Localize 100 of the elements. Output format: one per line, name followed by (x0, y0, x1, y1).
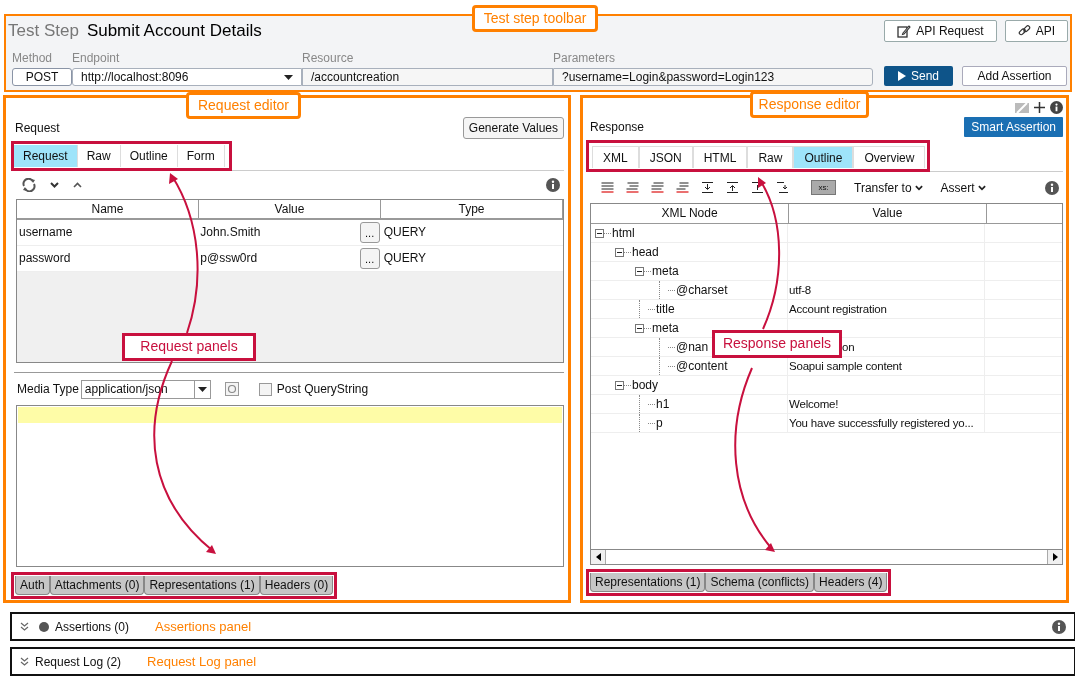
assert-menu[interactable]: Assert (940, 180, 986, 195)
tab[interactable]: XML (592, 146, 639, 168)
collapse-icon[interactable] (635, 323, 644, 333)
tree-node[interactable]: h1 (655, 397, 670, 411)
field-label: Resource (302, 51, 355, 67)
table-cell-text: p@ssw0rd (200, 250, 258, 267)
add-assertion-button[interactable]: Add Assertion (962, 66, 1067, 86)
code-editor[interactable] (16, 405, 564, 567)
info-icon[interactable] (1050, 100, 1063, 114)
collapse-icon[interactable] (615, 380, 624, 390)
panel-tab[interactable]: Schema (conflicts) (705, 573, 815, 592)
toolbar-button[interactable]: API (1004, 19, 1068, 42)
endpoint-dropdown[interactable]: http://localhost:8096 (72, 68, 302, 86)
tree-node[interactable]: body (631, 378, 659, 392)
tree-node[interactable]: head (631, 245, 659, 259)
field-label: Method (12, 51, 54, 67)
outdent-icon[interactable] (776, 182, 789, 193)
xs-button[interactable]: xs: (811, 180, 836, 195)
panel-title: Response (589, 120, 645, 134)
info-icon[interactable] (1045, 180, 1059, 195)
chevron-down-icon (977, 184, 986, 191)
transfer-menu[interactable]: Transfer to (854, 180, 923, 195)
checkbox-label: Post QueryString (276, 382, 369, 396)
refresh-icon (22, 178, 36, 192)
table-cell-text: QUERY (382, 250, 428, 267)
chevron-up-icon[interactable] (73, 182, 82, 188)
tree-node[interactable]: meta (651, 321, 679, 335)
tree-node[interactable]: @charset (675, 283, 728, 297)
node-value: You have successfully registered yo... (789, 417, 974, 429)
align-icon[interactable] (651, 182, 664, 193)
collapse-icon[interactable] (595, 228, 604, 238)
double-chevron-icon[interactable] (20, 622, 29, 631)
tree-node[interactable]: title (655, 302, 675, 316)
dropdown-arrow-icon (197, 386, 207, 392)
step-title: Submit Account Details (86, 20, 262, 41)
align-icon[interactable] (676, 182, 689, 193)
chevron-down-icon (914, 184, 923, 191)
annotation-callout: Response panels (712, 330, 842, 358)
tab[interactable]: HTML (692, 146, 748, 168)
panel-tab[interactable]: Auth (15, 576, 50, 595)
align-icon[interactable] (601, 182, 614, 193)
panel-tab[interactable]: Representations (1) (144, 576, 260, 595)
column-header: Value (199, 200, 381, 218)
annotation-callout: Request panels (122, 333, 256, 361)
collapse-icon[interactable] (701, 182, 714, 193)
info-icon[interactable] (1052, 619, 1066, 634)
panel-tab[interactable]: Attachments (0) (49, 576, 145, 595)
annotation-callout: Request editor (186, 92, 301, 119)
media-type-label: Media Type (17, 382, 79, 396)
scroll-right-icon[interactable] (1052, 553, 1058, 561)
tab[interactable]: Overview (853, 146, 926, 168)
chevron-down-icon[interactable] (50, 182, 59, 188)
panel-header[interactable]: Assertions (0) (55, 619, 130, 634)
checkbox[interactable] (258, 382, 272, 396)
refresh-icon[interactable] (224, 382, 239, 396)
panel-tab[interactable]: Headers (4) (814, 573, 888, 592)
align-icon[interactable] (626, 182, 639, 193)
annotation-callout: Response editor (750, 91, 869, 118)
tab[interactable]: Raw (747, 146, 794, 168)
method-button[interactable]: POST (12, 68, 72, 86)
tree-node[interactable]: meta (651, 264, 679, 278)
table-cell-text: QUERY (382, 224, 428, 241)
panel-tab[interactable]: Headers (0) (259, 576, 334, 595)
node-value: Account registration (789, 303, 887, 315)
panel-header[interactable]: Request Log (2) (35, 654, 122, 669)
info-icon[interactable] (546, 178, 560, 192)
play-icon (898, 71, 906, 81)
tree-node[interactable]: html (611, 226, 635, 240)
column-header: Type (381, 200, 563, 218)
link-icon (1017, 24, 1031, 37)
column-header: Value (789, 204, 987, 223)
plus-icon[interactable] (1034, 101, 1045, 113)
ellipsis-button[interactable]: ... (359, 248, 380, 269)
indent-icon[interactable] (751, 182, 764, 193)
smart-assertion-button[interactable]: Smart Assertion (964, 117, 1063, 137)
step-type-label: Test Step (8, 20, 79, 41)
scroll-left-icon[interactable] (595, 553, 601, 561)
edit-icon (897, 23, 912, 38)
tree-node[interactable]: @content (675, 359, 728, 373)
tab[interactable]: Request (14, 145, 78, 167)
dropdown-arrow-icon (284, 74, 293, 80)
node-value: Welcome! (789, 398, 839, 410)
tab[interactable]: Outline (793, 146, 854, 168)
collapse-icon[interactable] (615, 247, 624, 257)
send-button[interactable]: Send (884, 66, 953, 86)
panel-tab[interactable]: Representations (1) (590, 573, 706, 592)
field-label: Endpoint (72, 51, 121, 67)
tree-node[interactable]: p (655, 416, 663, 430)
text-field[interactable]: ?username=Login&password=Login123 (553, 68, 873, 86)
horizontal-scrollbar[interactable] (591, 549, 1062, 564)
double-chevron-icon[interactable] (20, 657, 29, 666)
toolbar-button[interactable]: API Request (884, 19, 997, 42)
status-dot-icon (39, 621, 49, 632)
collapse-icon[interactable] (635, 266, 644, 276)
expand-icon[interactable] (726, 182, 739, 193)
tree-node[interactable]: @nan (675, 340, 709, 354)
tab[interactable]: JSON (638, 146, 693, 168)
ellipsis-button[interactable]: ... (359, 222, 380, 243)
text-field[interactable]: /accountcreation (302, 68, 553, 86)
generate-values-button[interactable]: Generate Values (462, 117, 564, 139)
